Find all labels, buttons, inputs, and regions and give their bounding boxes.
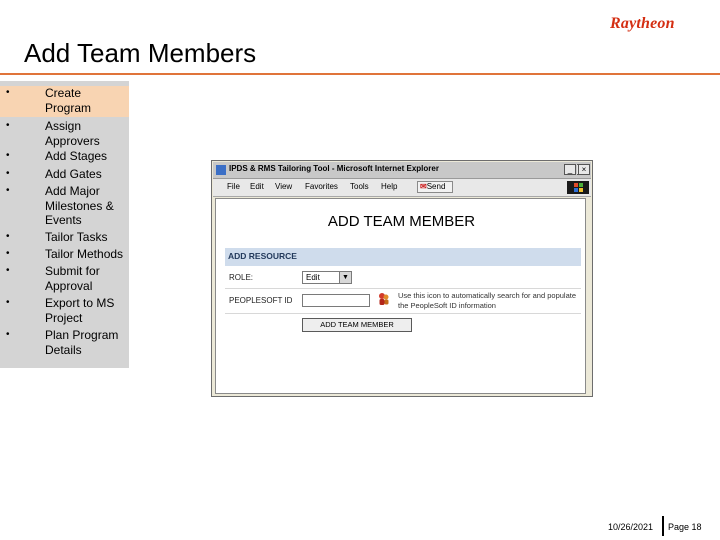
search-help-text: Use this icon to automatically search fo… xyxy=(398,291,577,310)
add-team-member-button[interactable]: ADD TEAM MEMBER xyxy=(302,318,412,332)
section-title: ADD RESOURCE xyxy=(228,251,297,261)
bullet: • xyxy=(6,87,10,98)
agenda-item-label: Add Gates xyxy=(45,167,102,181)
page-number: Page 18 xyxy=(668,522,702,532)
agenda-item-label: Plan Program Details xyxy=(45,328,119,357)
agenda-item-label: Tailor Methods xyxy=(45,247,124,261)
title-divider xyxy=(0,73,720,75)
window-title: IPDS & RMS Tailoring Tool - Microsoft In… xyxy=(229,164,439,173)
peoplesoft-id-input[interactable] xyxy=(302,294,370,307)
raytheon-logo: Raytheon xyxy=(610,15,675,32)
agenda-item-label: Assign Approvers xyxy=(45,119,100,148)
agenda-item-label: Submit for Approval xyxy=(45,264,100,293)
role-select[interactable]: Edit ▼ xyxy=(302,271,352,284)
bullet: • xyxy=(6,150,10,161)
bullet: • xyxy=(6,231,10,242)
form-divider xyxy=(225,288,581,289)
agenda-panel: • Create Program • Assign Approvers • Ad… xyxy=(0,81,129,368)
menu-favorites[interactable]: Favorites xyxy=(305,182,338,191)
menu-bar: File Edit View Favorites Tools Help ✉Sen… xyxy=(213,179,591,197)
bullet: • xyxy=(6,185,10,196)
minimize-button[interactable]: _ xyxy=(564,164,576,175)
agenda-item-label: Export to MS Project xyxy=(45,296,115,325)
bullet: • xyxy=(6,248,10,259)
footer-date: 10/26/2021 xyxy=(608,522,654,532)
bullet: • xyxy=(6,120,10,131)
agenda-item-label: Add Stages xyxy=(45,149,108,163)
send-mail-icon: ✉ xyxy=(420,182,427,191)
agenda-item-create-program: • Create Program xyxy=(0,86,129,117)
menu-file[interactable]: File xyxy=(227,182,240,191)
chevron-down-icon: ▼ xyxy=(339,272,351,283)
role-label: ROLE: xyxy=(229,273,254,282)
bullet: • xyxy=(6,168,10,179)
menu-help[interactable]: Help xyxy=(381,182,397,191)
agenda-item-label: Add Major Milestones & Events xyxy=(45,184,114,227)
close-button[interactable]: × xyxy=(578,164,590,175)
footer-divider xyxy=(662,516,664,536)
window-titlebar: IPDS & RMS Tailoring Tool - Microsoft In… xyxy=(213,162,591,179)
menu-tools[interactable]: Tools xyxy=(350,182,369,191)
people-search-icon[interactable] xyxy=(377,292,391,306)
agenda-item-label: Tailor Tasks xyxy=(45,230,108,244)
role-select-value: Edit xyxy=(306,273,320,282)
agenda-item-label: Create Program xyxy=(45,86,92,115)
browser-window: IPDS & RMS Tailoring Tool - Microsoft In… xyxy=(211,160,593,397)
page-heading: ADD TEAM MEMBER xyxy=(327,213,476,230)
bullet: • xyxy=(6,297,10,308)
bullet: • xyxy=(6,329,10,340)
section-header: ADD RESOURCE xyxy=(225,248,581,266)
send-label: Send xyxy=(426,182,446,191)
bullet: • xyxy=(6,265,10,276)
windows-logo-icon xyxy=(567,181,589,194)
page-content: ADD TEAM MEMBER ADD RESOURCE ROLE: Edit … xyxy=(215,198,586,394)
menu-edit[interactable]: Edit xyxy=(250,182,264,191)
peoplesoft-id-label: PEOPLESOFT ID xyxy=(229,296,293,305)
send-button[interactable]: ✉Send xyxy=(417,181,453,193)
slide-title: Add Team Members xyxy=(24,38,257,68)
menu-view[interactable]: View xyxy=(275,182,292,191)
ie-icon xyxy=(216,165,226,175)
form-divider xyxy=(225,313,581,314)
